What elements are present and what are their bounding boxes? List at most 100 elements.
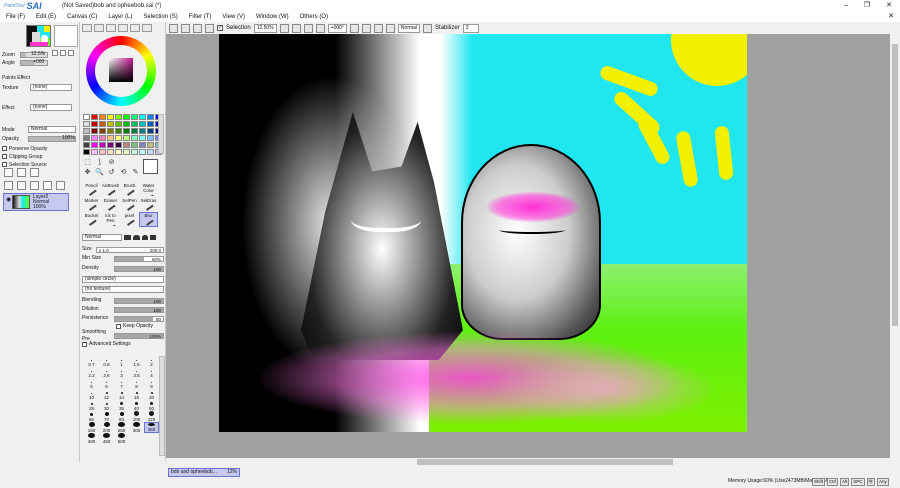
nav-reset-icon[interactable] (68, 50, 74, 56)
brush-tool-eraser[interactable]: Eraser (101, 197, 120, 212)
eyedropper-icon[interactable]: ✎ (131, 169, 140, 177)
brush-size-preset[interactable]: 35 (114, 400, 129, 411)
current-color[interactable] (143, 159, 158, 174)
brush-size-preset[interactable]: 1 (114, 356, 129, 367)
brush-size-preset[interactable]: 4 (144, 367, 159, 378)
transfer-down-icon[interactable] (4, 181, 13, 190)
brush-size-preset[interactable]: 450 (99, 433, 114, 444)
brush-size-preset[interactable]: 9 (144, 378, 159, 389)
dilution-slider[interactable]: 100 (114, 306, 164, 313)
brush-size-preset[interactable]: 500 (114, 433, 129, 444)
color-swatch[interactable] (147, 142, 154, 148)
brush-tool-airbrush[interactable]: AirBrush (101, 182, 120, 197)
brush-size-preset[interactable]: 12 (99, 389, 114, 400)
brush-size-preset[interactable]: 200 (99, 422, 114, 433)
brush-size-preset[interactable]: 25 (84, 400, 99, 411)
color-swatch[interactable] (107, 149, 114, 155)
color-swatch[interactable] (83, 121, 90, 127)
brush-tool-ick-to-pen[interactable]: ick to Pen (101, 212, 120, 227)
scratchpad-tab[interactable] (142, 24, 152, 32)
color-swatch[interactable] (147, 135, 154, 141)
angle-field[interactable]: +000° (327, 23, 347, 33)
brush-size-preset[interactable]: 2.6 (99, 367, 114, 378)
advanced-settings-toggle[interactable] (82, 342, 87, 347)
brush-size-preset[interactable]: 7 (114, 378, 129, 389)
zoom-reset-icon[interactable] (303, 23, 313, 33)
brush-tool-seleras[interactable]: SelEras (139, 197, 158, 212)
min-size-slider[interactable]: 60% (114, 255, 164, 262)
horizontal-scrollbar[interactable] (166, 458, 890, 466)
clipping-group-row[interactable]: Clipping Group (2, 153, 42, 160)
gradation-tab[interactable] (118, 24, 128, 32)
color-swatch[interactable] (147, 121, 154, 127)
brush-size-preset[interactable]: 0.7 (84, 356, 99, 367)
selection-source-checkbox[interactable] (2, 162, 7, 167)
brush-size-preset[interactable]: 80 (114, 411, 129, 422)
color-swatch[interactable] (123, 128, 130, 134)
new-folder-icon[interactable] (30, 168, 39, 177)
preserve-opacity-checkbox[interactable] (2, 146, 7, 151)
color-swatch[interactable] (131, 128, 138, 134)
color-swatch[interactable] (123, 149, 130, 155)
menu-file[interactable]: File (F) (6, 14, 25, 20)
shape-flat-icon[interactable] (150, 235, 156, 240)
swatch-scrollbar[interactable] (158, 114, 164, 154)
persistence-slider[interactable]: 80 (114, 315, 164, 322)
pen-pressure-icon[interactable] (423, 23, 433, 33)
color-swatch[interactable] (91, 142, 98, 148)
brush-tool-selpen[interactable]: SelPen (120, 197, 139, 212)
brush-tool-blur[interactable]: Blur (139, 212, 158, 227)
blend-mode-dropdown[interactable]: Normal (28, 126, 76, 133)
brush-size-preset[interactable]: 20 (144, 389, 159, 400)
rotate-reset-icon[interactable] (373, 23, 383, 33)
menu-edit[interactable]: Edit (E) (36, 14, 56, 20)
selection-checkbox[interactable]: ✓ (217, 25, 223, 31)
brush-tool-brush[interactable]: Brush (120, 182, 139, 197)
presets-scrollbar[interactable] (159, 356, 165, 456)
color-swatch[interactable] (83, 149, 90, 155)
brush-shape-dropdown[interactable]: (simple circle) (82, 276, 164, 283)
color-swatch[interactable] (123, 135, 130, 141)
brush-size-preset[interactable]: 300 (129, 422, 144, 433)
nav-zoom-in-icon[interactable] (60, 50, 66, 56)
brush-tool-pencil[interactable]: Pencil (82, 182, 101, 197)
eye-icon[interactable]: ◉ (6, 196, 11, 203)
color-swatch[interactable] (115, 142, 122, 148)
brush-size-preset[interactable]: 350 (144, 422, 159, 433)
color-swatch[interactable] (147, 128, 154, 134)
brush-size-preset[interactable]: 120 (144, 411, 159, 422)
color-swatch[interactable] (139, 121, 146, 127)
brush-size-preset[interactable]: 30 (99, 400, 114, 411)
clear-layer-icon[interactable] (30, 181, 39, 190)
color-swatch[interactable] (107, 135, 114, 141)
vertical-scrollbar[interactable] (890, 34, 900, 458)
size-slider[interactable]: x 1.0 200.0 (96, 246, 164, 253)
color-swatch[interactable] (83, 128, 90, 134)
brush-size-preset[interactable]: 10 (84, 389, 99, 400)
density-slider[interactable]: 100 (114, 265, 164, 272)
color-swatch[interactable] (115, 114, 122, 120)
brush-size-preset[interactable]: 250 (114, 422, 129, 433)
rgb-slider-tab[interactable] (94, 24, 104, 32)
brush-size-preset[interactable]: 60 (84, 411, 99, 422)
color-swatch[interactable] (123, 121, 130, 127)
color-swatch[interactable] (131, 149, 138, 155)
color-swatch[interactable] (107, 121, 114, 127)
preserve-opacity-row[interactable]: Preserve Opacity (2, 145, 47, 152)
color-wheel[interactable] (86, 36, 156, 106)
advanced-settings-row[interactable]: Advanced Settings (82, 341, 164, 348)
color-swatch[interactable] (139, 135, 146, 141)
rotate-icon[interactable]: ↺ (107, 169, 116, 177)
hand-icon[interactable]: ⟲ (119, 169, 128, 177)
zoom-fit-icon[interactable] (315, 23, 325, 33)
brush-size-preset[interactable]: 3.5 (129, 367, 144, 378)
rect-select-icon[interactable]: ⬚ (83, 159, 92, 167)
menu-window[interactable]: Window (W) (256, 14, 289, 20)
brush-size-preset[interactable]: 6 (99, 378, 114, 389)
saturation-value-square[interactable] (109, 58, 133, 82)
color-swatch[interactable] (83, 135, 90, 141)
color-swatch[interactable] (131, 114, 138, 120)
zoom-field[interactable]: 12.50% (253, 23, 277, 33)
rotate-left-icon[interactable] (349, 23, 359, 33)
brush-texture-dropdown[interactable]: (no texture) (82, 286, 164, 293)
